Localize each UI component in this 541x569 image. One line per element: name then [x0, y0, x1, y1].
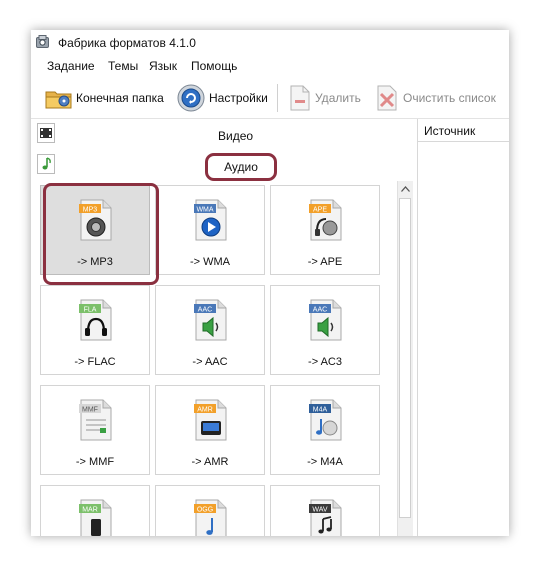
svg-text:OGG: OGG	[197, 507, 213, 514]
delete-button[interactable]: Удалить	[288, 82, 361, 114]
output-folder-label: Конечная папка	[76, 91, 164, 105]
mp3-speaker-icon: MP3	[79, 199, 112, 241]
settings-button[interactable]: Настройки	[176, 82, 268, 114]
format-tile-ape[interactable]: APE -> APE	[270, 185, 380, 275]
menu-task[interactable]: Задание	[47, 59, 95, 73]
svg-text:MMF: MMF	[82, 407, 98, 414]
format-label-flac: -> FLAC	[74, 356, 116, 368]
source-column-header[interactable]: Источник	[424, 124, 475, 138]
svg-text:WAV: WAV	[312, 507, 327, 514]
format-tile-mar[interactable]: MAR	[40, 485, 150, 536]
clear-list-icon	[377, 85, 397, 111]
toolbar-separator	[277, 84, 278, 112]
format-tile-wma[interactable]: WMA -> WMA	[155, 185, 265, 275]
wma-play-icon: WMA	[194, 199, 227, 241]
format-grid: MP3 -> MP3 WMA -> WMA APE -> APE FLA -> …	[40, 185, 396, 536]
format-tile-m4a[interactable]: M4A -> M4A	[270, 385, 380, 475]
video-category-label[interactable]: Видео	[218, 129, 253, 143]
svg-text:M4A: M4A	[313, 407, 328, 414]
ac3-speaker-icon: AAC	[309, 299, 342, 341]
scroll-thumb[interactable]	[399, 198, 411, 518]
window-title: Фабрика форматов 4.1.0	[58, 36, 196, 50]
aac-speaker-icon: AAC	[194, 299, 227, 341]
format-label-mmf: -> MMF	[75, 456, 115, 468]
video-category-icon[interactable]	[37, 123, 55, 143]
delete-label: Удалить	[315, 91, 361, 105]
clear-list-label: Очистить список	[403, 91, 496, 105]
format-label-m4a: -> M4A	[307, 456, 343, 468]
folder-icon	[45, 91, 72, 109]
output-folder-button[interactable]: Конечная папка	[45, 82, 164, 114]
format-tile-flac[interactable]: FLA -> FLAC	[40, 285, 150, 375]
svg-text:FLA: FLA	[84, 307, 97, 314]
audio-category-text: Аудио	[224, 160, 258, 174]
settings-gear-icon	[177, 84, 205, 112]
audio-category-label[interactable]: Аудио	[205, 153, 277, 181]
menu-themes[interactable]: Темы	[108, 59, 138, 73]
scroll-up-button[interactable]	[398, 181, 413, 196]
format-label-wma: -> WMA	[189, 256, 231, 268]
format-tile-mp3[interactable]: MP3 -> MP3	[40, 185, 150, 275]
format-tile-wav[interactable]: WAV	[270, 485, 380, 536]
app-icon	[36, 35, 49, 48]
mmf-document-icon: MMF	[79, 399, 112, 441]
format-grid-scrollbar[interactable]	[397, 181, 413, 536]
ogg-music-note-icon: OGG	[194, 499, 227, 536]
format-tile-amr[interactable]: AMR -> AMR	[155, 385, 265, 475]
menu-bar: Задание Темы Язык Помощь	[31, 56, 509, 76]
chevron-up-icon	[401, 185, 410, 192]
m4a-music-disc-icon: M4A	[309, 399, 342, 441]
title-bar: Фабрика форматов 4.1.0	[31, 30, 509, 56]
app-window: Фабрика форматов 4.1.0 Задание Темы Язык…	[31, 30, 509, 536]
svg-text:MAR: MAR	[82, 507, 98, 514]
format-tile-aac[interactable]: AAC -> AAC	[155, 285, 265, 375]
format-label-aac: -> AAC	[192, 356, 228, 368]
settings-label: Настройки	[209, 91, 268, 105]
audio-category-icon[interactable]	[37, 154, 55, 174]
amr-phone-icon: AMR	[194, 399, 227, 441]
svg-text:AAC: AAC	[313, 307, 327, 314]
flac-headphones-icon: FLA	[79, 299, 112, 341]
delete-document-icon	[290, 85, 310, 111]
format-label-ape: -> APE	[307, 256, 343, 268]
format-tile-ogg[interactable]: OGG	[155, 485, 265, 536]
svg-text:MP3: MP3	[83, 207, 98, 214]
svg-text:WMA: WMA	[196, 207, 213, 214]
wav-music-note-icon: WAV	[309, 499, 342, 536]
svg-text:AMR: AMR	[197, 407, 213, 414]
mar-phone-icon: MAR	[79, 499, 112, 536]
clear-list-button[interactable]: Очистить список	[374, 82, 496, 114]
format-label-ac3: -> AC3	[308, 356, 342, 368]
format-label-amr: -> AMR	[191, 456, 229, 468]
menu-language[interactable]: Язык	[149, 59, 177, 73]
menu-help[interactable]: Помощь	[191, 59, 237, 73]
format-tile-mmf[interactable]: MMF -> MMF	[40, 385, 150, 475]
svg-text:AAC: AAC	[198, 307, 212, 314]
ape-headphones-icon: APE	[309, 199, 342, 241]
source-panel: Источник	[417, 119, 509, 536]
header-divider	[418, 141, 509, 142]
format-label-mp3: -> MP3	[77, 256, 113, 268]
format-tile-ac3[interactable]: AAC -> AC3	[270, 285, 380, 375]
toolbar: Конечная папка Настройки Удалить Очистит…	[31, 78, 509, 119]
svg-text:APE: APE	[313, 207, 327, 214]
